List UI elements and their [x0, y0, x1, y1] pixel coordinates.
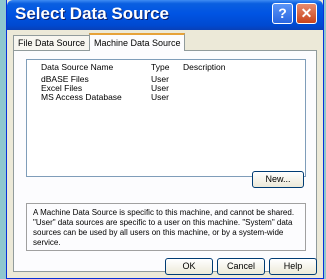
- tab-panel: Data Source Name Type Description dBASE …: [13, 50, 317, 272]
- cancel-button[interactable]: Cancel: [217, 258, 265, 275]
- dialog-title: Select Data Source: [15, 4, 170, 23]
- data-source-list[interactable]: Data Source Name Type Description dBASE …: [26, 59, 306, 177]
- tab-machine-data-source[interactable]: Machine Data Source: [89, 33, 185, 51]
- close-icon[interactable]: ✕: [296, 3, 317, 24]
- ok-button[interactable]: OK: [165, 258, 213, 275]
- tab-file-data-source[interactable]: File Data Source: [13, 35, 90, 50]
- row-name: MS Access Database: [41, 92, 122, 102]
- new-button[interactable]: New...: [252, 171, 304, 188]
- dialog-window: Select Data Source ? ✕ File Data Source …: [6, 0, 324, 279]
- description-text: A Machine Data Source is specific to thi…: [26, 203, 306, 251]
- column-header-type[interactable]: Type: [151, 62, 169, 72]
- help-button[interactable]: Help: [269, 258, 317, 275]
- column-header-name[interactable]: Data Source Name: [41, 62, 113, 72]
- help-icon[interactable]: ?: [272, 3, 293, 24]
- column-header-description[interactable]: Description: [183, 62, 226, 72]
- row-type: User: [151, 92, 169, 102]
- title-bar: Select Data Source ? ✕: [7, 0, 323, 30]
